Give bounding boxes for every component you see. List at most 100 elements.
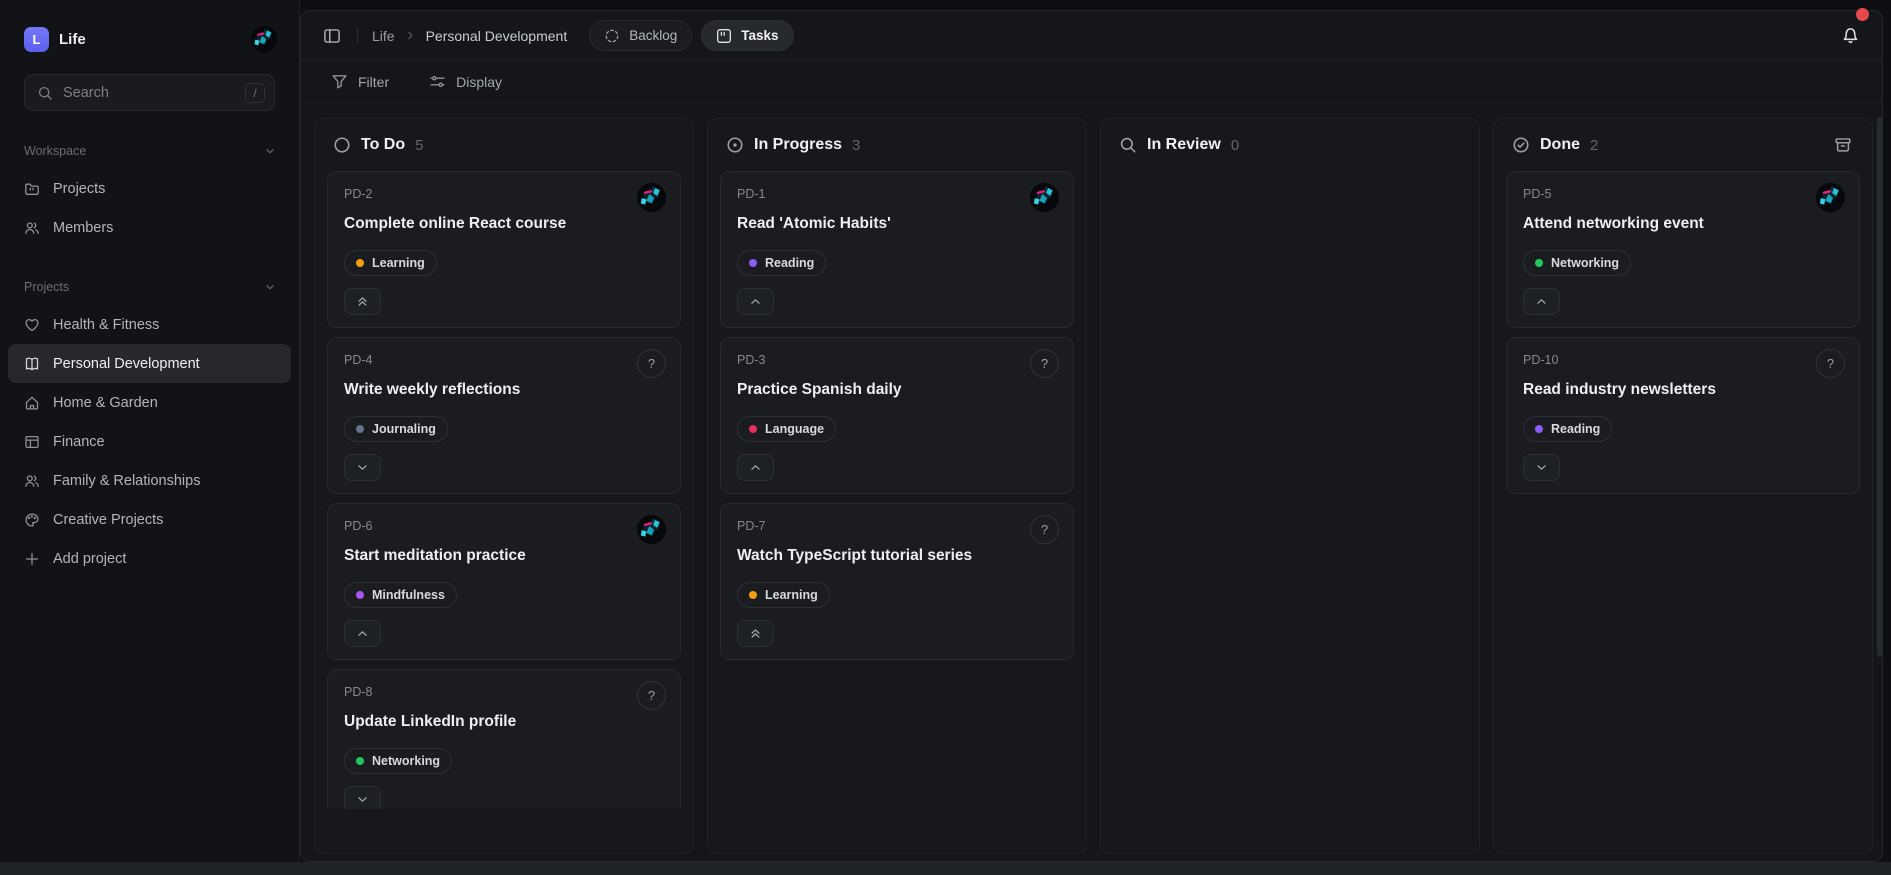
tag-label: Journaling — [372, 422, 436, 436]
sidebar-item-label: Family & Relationships — [53, 472, 201, 489]
card-title: Watch TypeScript tutorial series — [737, 547, 973, 564]
archive-icon — [1834, 136, 1852, 154]
vertical-scrollbar[interactable] — [1877, 117, 1883, 657]
sidebar-item-home-garden[interactable]: Home & Garden — [8, 383, 291, 422]
sidebar-item-members[interactable]: Members — [8, 208, 291, 247]
panel-left-icon — [323, 27, 341, 45]
assignee-placeholder[interactable]: ? — [1816, 349, 1845, 378]
sidebar-item-label: Health & Fitness — [53, 316, 160, 333]
sidebar-item-projects[interactable]: Projects — [8, 169, 291, 208]
users-icon — [24, 220, 40, 236]
card-title: Start meditation practice — [344, 547, 526, 564]
tag-color-dot — [749, 259, 757, 267]
card-tag[interactable]: Networking — [1523, 250, 1632, 276]
priority-button[interactable] — [344, 620, 381, 647]
display-button[interactable]: Display — [429, 73, 502, 90]
card-pd-2[interactable]: PD-2 Complete online React course Learni… — [327, 171, 681, 328]
book-icon — [24, 356, 40, 372]
priority-button[interactable] — [1523, 288, 1560, 315]
breadcrumb-current[interactable]: Personal Development — [426, 28, 568, 44]
card-pd-6[interactable]: PD-6 Start meditation practice Mindfulne… — [327, 503, 681, 660]
card-tag[interactable]: Reading — [1523, 416, 1613, 442]
user-avatar[interactable] — [251, 26, 277, 52]
chevrons-up-icon — [355, 294, 370, 309]
priority-button[interactable] — [737, 620, 774, 647]
tag-color-dot — [356, 757, 364, 765]
card-pd-8[interactable]: PD-8 Update LinkedIn profile Networking … — [327, 669, 681, 809]
tab-backlog[interactable]: Backlog — [589, 20, 693, 51]
card-pd-1[interactable]: PD-1 Read 'Atomic Habits' Reading — [720, 171, 1074, 328]
tab-tasks[interactable]: Tasks — [701, 20, 794, 51]
priority-button[interactable] — [1523, 454, 1560, 481]
chevron-down-icon — [263, 280, 277, 294]
assignee-placeholder[interactable]: ? — [637, 681, 666, 710]
card-tag[interactable]: Journaling — [344, 416, 448, 442]
assignee-avatar[interactable] — [637, 515, 666, 544]
assignee-avatar[interactable] — [637, 183, 666, 212]
tag-color-dot — [356, 259, 364, 267]
priority-button[interactable] — [344, 786, 381, 809]
column-header: In Review 0 — [1113, 133, 1467, 157]
sidebar-section-header[interactable]: Projects — [0, 277, 299, 297]
card-tag[interactable]: Mindfulness — [344, 582, 457, 608]
sidebar-item-creative-projects[interactable]: Creative Projects — [8, 500, 291, 539]
sidebar-toggle-button[interactable] — [319, 23, 345, 49]
column-title: Done — [1540, 136, 1580, 153]
folder-icon — [24, 181, 40, 197]
workspace-name[interactable]: Life — [59, 31, 241, 48]
filter-button[interactable]: Filter — [331, 73, 389, 90]
sidebar-nav-list: Health & Fitness Personal Development Ho… — [0, 305, 299, 578]
home-icon — [24, 395, 40, 411]
card-pd-5[interactable]: PD-5 Attend networking event Networking — [1506, 171, 1860, 328]
card-tag[interactable]: Learning — [344, 250, 437, 276]
chevrons-up-icon — [748, 626, 763, 641]
card-title: Write weekly reflections — [344, 381, 521, 398]
card-id: PD-4 — [344, 353, 373, 367]
card-tag[interactable]: Networking — [344, 748, 453, 774]
card-pd-4[interactable]: PD-4 Write weekly reflections Journaling… — [327, 337, 681, 494]
tag-color-dot — [356, 591, 364, 599]
sidebar-item-personal-development[interactable]: Personal Development — [8, 344, 291, 383]
sidebar-item-label: Members — [53, 219, 114, 236]
chevron-down-icon — [355, 460, 370, 475]
tag-label: Reading — [765, 256, 815, 270]
question-mark-icon: ? — [1030, 515, 1059, 544]
card-title: Update LinkedIn profile — [344, 713, 517, 730]
notification-bell-button[interactable] — [1837, 22, 1864, 49]
priority-button[interactable] — [344, 288, 381, 315]
card-tag[interactable]: Learning — [737, 582, 830, 608]
assignee-placeholder[interactable]: ? — [1030, 349, 1059, 378]
funnel-icon — [331, 73, 348, 90]
card-pd-7[interactable]: PD-7 Watch TypeScript tutorial series Le… — [720, 503, 1074, 660]
sidebar-item-finance[interactable]: Finance — [8, 422, 291, 461]
assignee-placeholder[interactable]: ? — [637, 349, 666, 378]
question-mark-icon: ? — [1816, 349, 1845, 378]
sidebar-item-family-relationships[interactable]: Family & Relationships — [8, 461, 291, 500]
card-pd-3[interactable]: PD-3 Practice Spanish daily Language ? — [720, 337, 1074, 494]
avatar-image — [637, 183, 666, 212]
column-count: 5 — [415, 136, 424, 154]
sidebar-item-health-fitness[interactable]: Health & Fitness — [8, 305, 291, 344]
breadcrumb-root[interactable]: Life — [372, 28, 395, 44]
horizontal-scrollbar[interactable] — [0, 862, 1891, 875]
assignee-avatar[interactable] — [1030, 183, 1059, 212]
priority-button[interactable] — [344, 454, 381, 481]
sidebar-item-label: Finance — [53, 433, 105, 450]
sliders-icon — [429, 73, 446, 90]
archive-button[interactable] — [1832, 134, 1854, 156]
assignee-avatar[interactable] — [1816, 183, 1845, 212]
sidebar-item-add-project[interactable]: Add project — [8, 539, 291, 578]
card-pd-10[interactable]: PD-10 Read industry newsletters Reading … — [1506, 337, 1860, 494]
priority-button[interactable] — [737, 288, 774, 315]
breadcrumb: Life Personal Development — [372, 28, 567, 44]
card-tag[interactable]: Language — [737, 416, 837, 442]
dashed-circle-icon — [604, 28, 620, 44]
kanban-board: To Do 5 PD-2 Complete online React cours… — [301, 103, 1882, 854]
card-tag[interactable]: Reading — [737, 250, 827, 276]
tab-label: Tasks — [741, 28, 779, 43]
sidebar-section-header[interactable]: Workspace — [0, 141, 299, 161]
workspace-logo[interactable]: L — [24, 26, 49, 52]
priority-button[interactable] — [737, 454, 774, 481]
search-input[interactable]: Search / — [24, 74, 275, 111]
assignee-placeholder[interactable]: ? — [1030, 515, 1059, 544]
